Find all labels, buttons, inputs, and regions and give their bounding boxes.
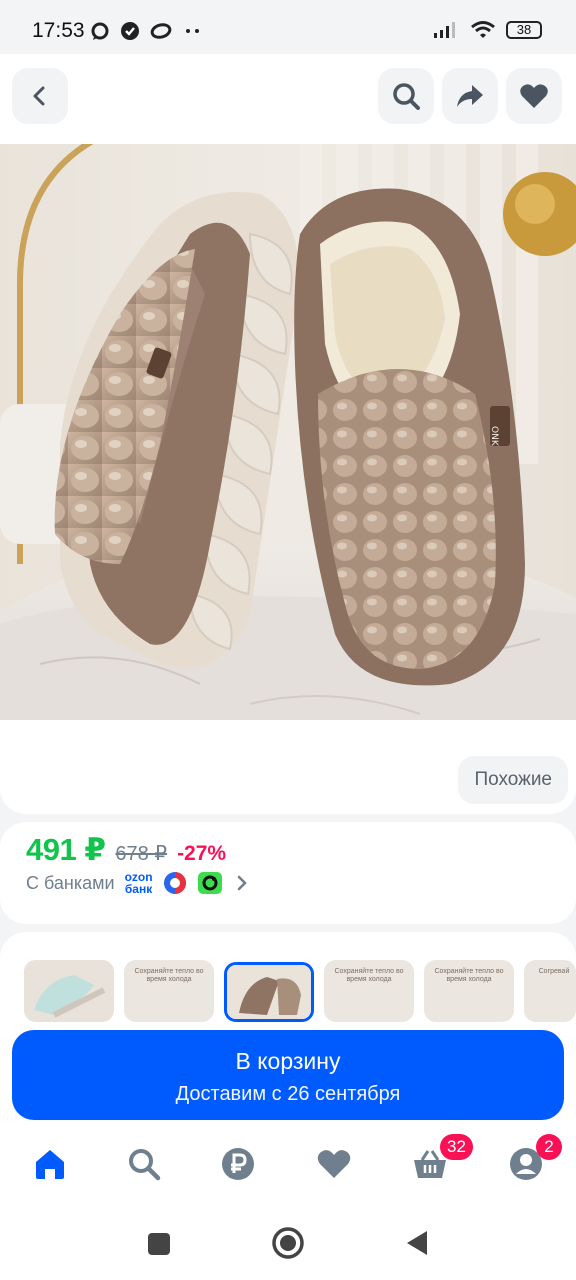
product-card: ONK Похожие [0,54,576,814]
delivery-date: Доставим с 26 сентября [175,1083,401,1105]
discount-badge: -27% [177,842,227,865]
recents-button[interactable] [147,1232,171,1256]
price-current: 491 ₽ [26,832,106,867]
check-circle-icon [121,22,139,40]
product-photo[interactable]: ONK [0,144,576,720]
chevron-right-icon [237,875,247,891]
home-icon [36,1150,64,1179]
heart-icon [520,84,548,108]
back-nav-button[interactable] [405,1230,429,1256]
nav-favorites[interactable] [314,1144,354,1184]
profile-badge: 2 [536,1134,562,1160]
search-icon [393,83,420,110]
price-old: 678 ₽ [115,843,168,865]
ozon-bank-logo: ozon банк [124,870,153,896]
variant-thumb-selected[interactable] [224,962,314,1022]
bank-logo-icon [163,872,186,894]
notification-icons [90,21,204,41]
nav-home[interactable] [30,1144,70,1184]
bottom-nav: 32 2 [0,1124,576,1210]
price-row: 491 ₽ 678 ₽ -27% [26,832,226,868]
share-icon [457,85,483,107]
similar-button[interactable]: Похожие [458,756,568,804]
add-to-cart-label: В корзину [235,1048,341,1074]
heart-icon [317,1150,351,1178]
more-dots-icon [186,29,199,33]
system-navigation [0,1210,576,1280]
system-indicators: 38 [432,20,542,40]
svg-text:ONK: ONK [489,426,499,447]
banks-row[interactable]: С банками ozon банк [26,870,251,896]
home-button[interactable] [271,1226,305,1260]
messenger-icon [91,22,109,40]
favorite-button[interactable] [506,68,562,124]
variant-thumb[interactable] [24,960,114,1022]
search-button[interactable] [378,68,434,124]
variant-image [24,960,114,1022]
status-time: 17:53 [32,19,85,42]
cart-badge: 32 [440,1134,473,1160]
variant-thumb[interactable]: Сохраняйте тепло во время холода [424,960,514,1022]
ring-icon [150,23,172,39]
nav-search[interactable] [124,1144,164,1184]
price-card[interactable]: 491 ₽ 678 ₽ -27% С банками ozon банк [0,822,576,924]
status-bar: 17:53 38 [0,0,576,62]
add-to-cart-button[interactable]: В корзину Доставим с 26 сентября [12,1030,564,1120]
nav-finance[interactable] [218,1144,258,1184]
variant-image [227,965,311,1019]
bank-logo-green-icon [197,872,222,894]
signal-icon [434,22,455,38]
share-button[interactable] [442,68,498,124]
wifi-icon [471,21,495,38]
battery-icon: 38 [506,21,542,39]
slippers-image: ONK [0,144,576,720]
variant-thumb[interactable]: Сохраняйте тепло во время холода [124,960,214,1022]
variant-thumb[interactable]: Сохраняйте тепло во время холода [324,960,414,1022]
ruble-icon [222,1148,254,1180]
banks-label: С банками [26,872,115,893]
search-icon [129,1149,161,1181]
back-button[interactable] [12,68,68,124]
variant-thumb[interactable]: Согревай [524,960,576,1022]
chevron-left-icon [33,86,45,106]
